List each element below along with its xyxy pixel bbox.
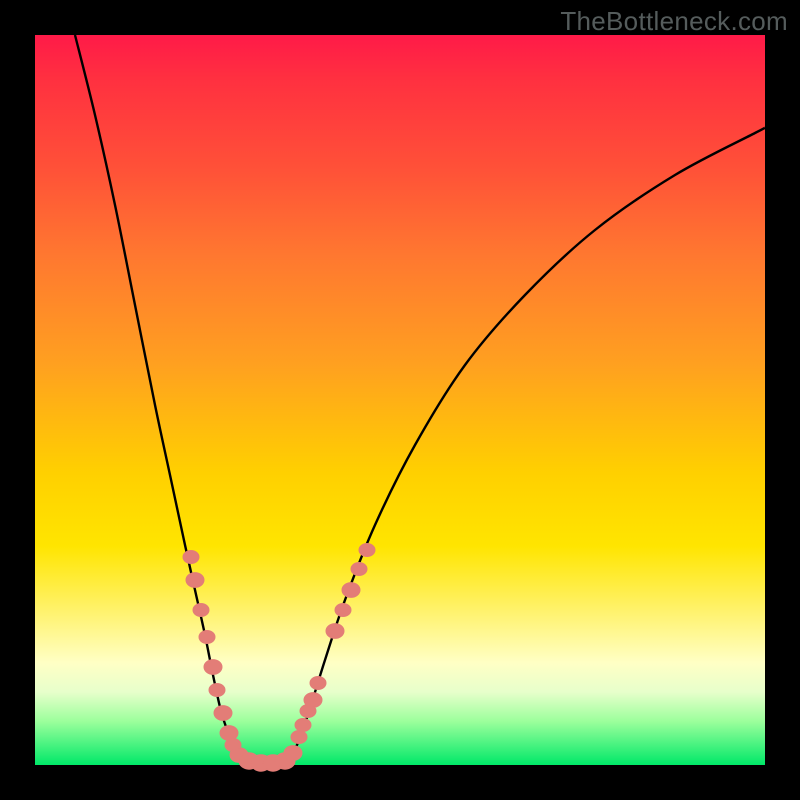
curve-right-branch <box>285 128 765 762</box>
data-marker <box>209 683 225 696</box>
data-marker <box>295 718 311 731</box>
data-marker <box>183 550 199 563</box>
data-marker <box>326 624 344 639</box>
data-marker <box>220 726 238 741</box>
data-marker <box>204 660 222 675</box>
plot-area <box>35 35 765 765</box>
data-marker <box>304 693 322 708</box>
attribution-text: TheBottleneck.com <box>560 6 788 37</box>
data-marker <box>199 630 215 643</box>
data-marker <box>291 730 307 743</box>
data-marker <box>284 746 302 761</box>
data-marker <box>186 573 204 588</box>
data-marker <box>342 583 360 598</box>
data-marker <box>214 706 232 721</box>
data-marker <box>310 676 326 689</box>
data-marker <box>351 562 367 575</box>
curve-left-branch <box>75 35 245 762</box>
curve-layer <box>35 35 765 765</box>
data-marker <box>335 603 351 616</box>
chart-frame: TheBottleneck.com <box>0 0 800 800</box>
bottleneck-curve <box>75 35 765 763</box>
data-markers <box>183 543 375 771</box>
data-marker <box>359 543 375 556</box>
data-marker <box>193 603 209 616</box>
